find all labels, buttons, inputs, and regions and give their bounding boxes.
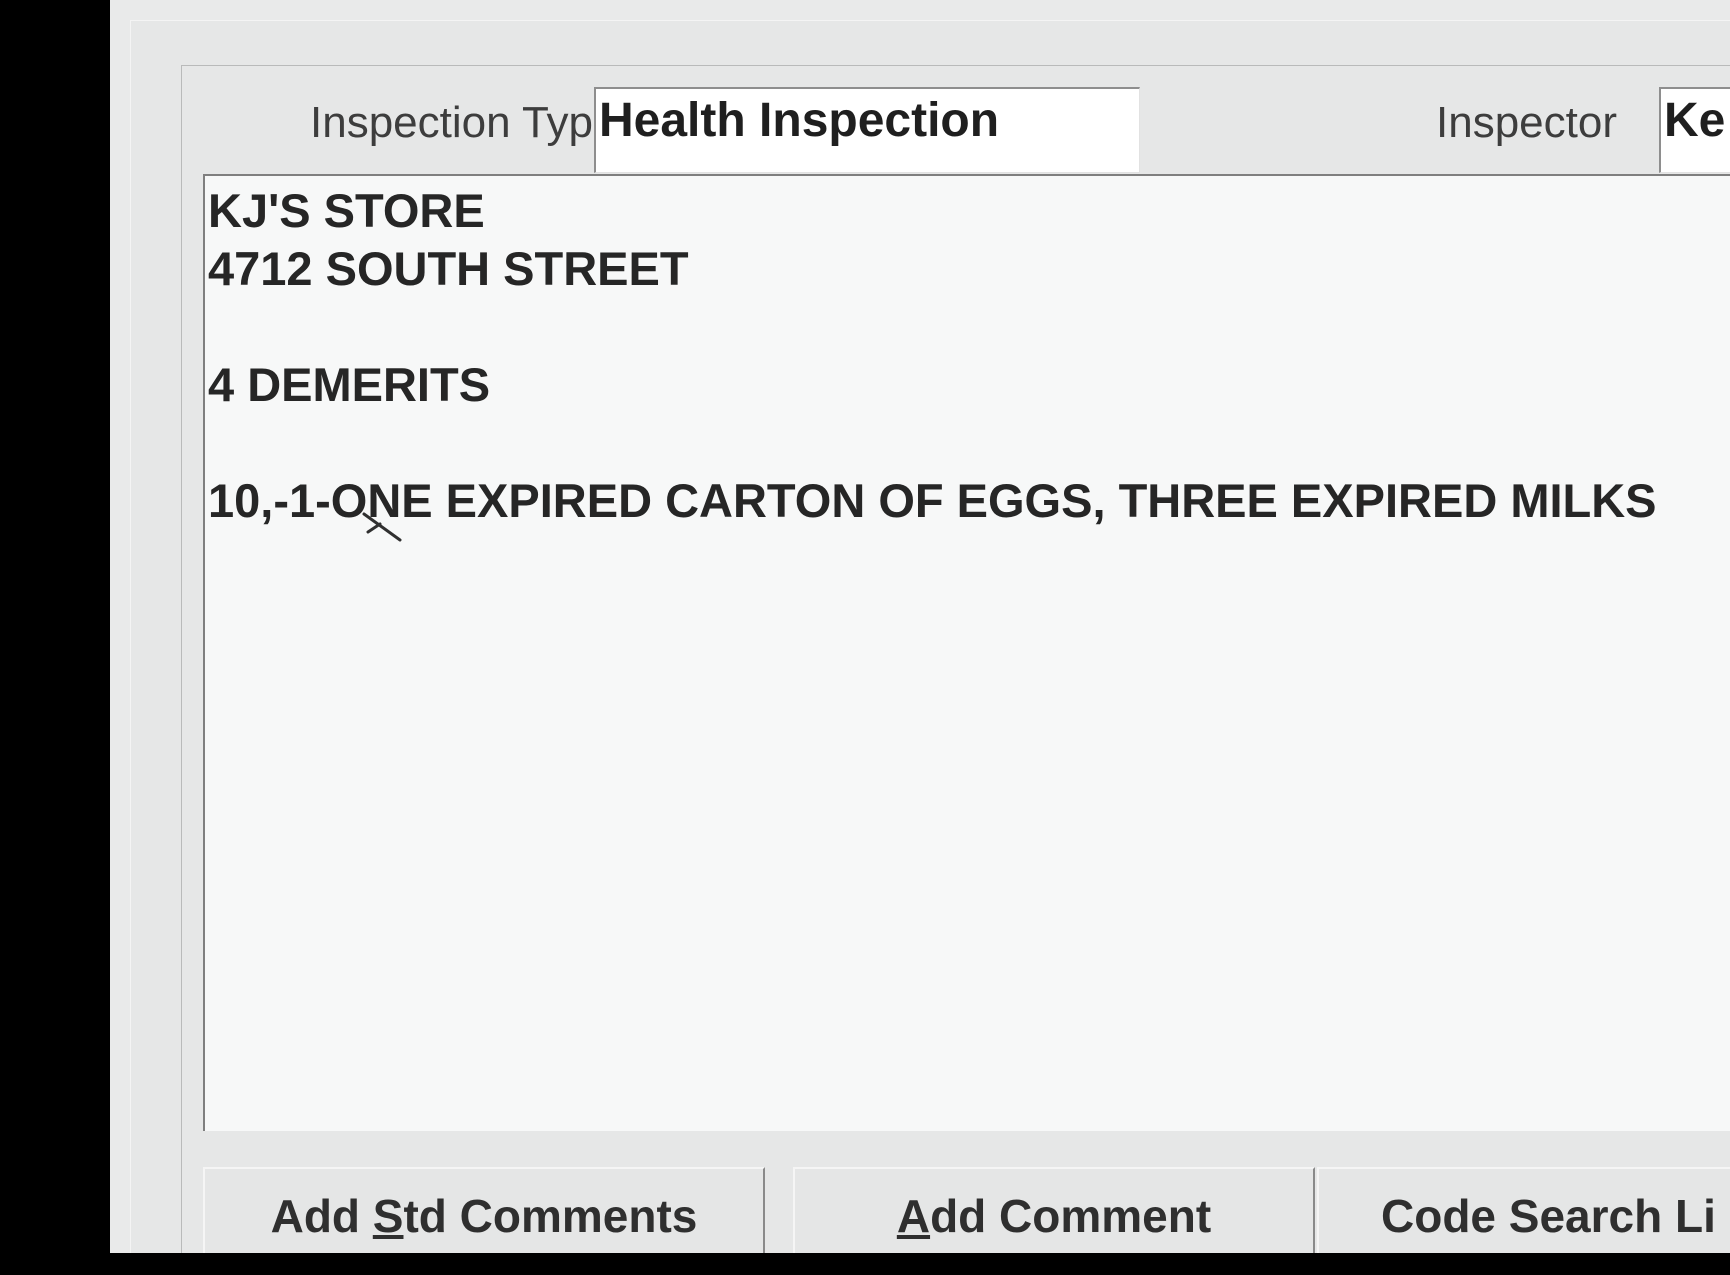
inspection-type-field[interactable]: Health Inspection (594, 87, 1140, 173)
memo-line-address: 4712 SOUTH STREET (208, 242, 689, 295)
scanned-page: Inspection Type Health Inspection Inspec… (110, 0, 1730, 1253)
memo-blank-line (208, 414, 1730, 472)
handwritten-mark (362, 512, 402, 542)
add-comment-accel: A (896, 1190, 931, 1242)
code-search-button[interactable]: Code Search Li (1317, 1167, 1730, 1253)
add-std-comments-label-start: Add (270, 1190, 373, 1242)
inspector-field[interactable]: Ke (1659, 87, 1730, 173)
comment-textarea[interactable]: KJ'S STORE 4712 SOUTH STREET 4 DEMERITS … (203, 174, 1730, 1131)
add-std-comments-accel: S (372, 1190, 404, 1242)
memo-blank-line (208, 298, 1730, 356)
add-std-comments-label-end: td Comments (403, 1190, 698, 1242)
memo-line-demerits: 4 DEMERITS (208, 358, 491, 411)
inspection-type-label: Inspection Type (310, 98, 618, 147)
add-comment-button[interactable]: Add Comment (793, 1167, 1315, 1253)
code-search-label: Code Search Li (1381, 1190, 1716, 1242)
memo-line-violation: 10,-1-ONE EXPIRED CARTON OF EGGS, THREE … (208, 474, 1657, 527)
inspector-label: Inspector (1436, 98, 1617, 147)
memo-line-store: KJ'S STORE (208, 184, 485, 237)
add-std-comments-button[interactable]: Add Std Comments (203, 1167, 765, 1253)
add-comment-label-end: dd Comment (930, 1190, 1212, 1242)
